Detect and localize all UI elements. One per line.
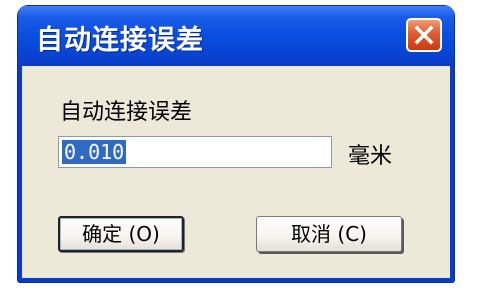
ok-button-shortcut: (O) <box>128 222 160 246</box>
title-bar[interactable]: 自动连接误差 <box>18 6 454 66</box>
tolerance-label: 自动连接误差 <box>60 100 193 125</box>
ok-button[interactable]: 确定 (O) <box>58 216 184 252</box>
cancel-button-label: 取消 <box>291 222 332 246</box>
dialog-body: 自动连接误差 0.010 毫米 确定 (O) 取消 (C) <box>22 66 450 278</box>
cancel-button-shortcut: (C) <box>337 222 367 246</box>
cancel-button[interactable]: 取消 (C) <box>256 216 402 252</box>
close-button[interactable] <box>406 18 442 52</box>
tolerance-value[interactable]: 0.010 <box>62 140 127 164</box>
ok-button-label: 确定 <box>82 222 123 246</box>
dialog-window: 自动连接误差 自动连接误差 0.010 毫米 确定 (O) 取消 (C) <box>18 6 454 282</box>
window-title: 自动连接误差 <box>36 25 204 56</box>
tolerance-input[interactable]: 0.010 <box>58 136 332 168</box>
close-icon <box>414 25 434 45</box>
unit-label: 毫米 <box>348 144 393 169</box>
